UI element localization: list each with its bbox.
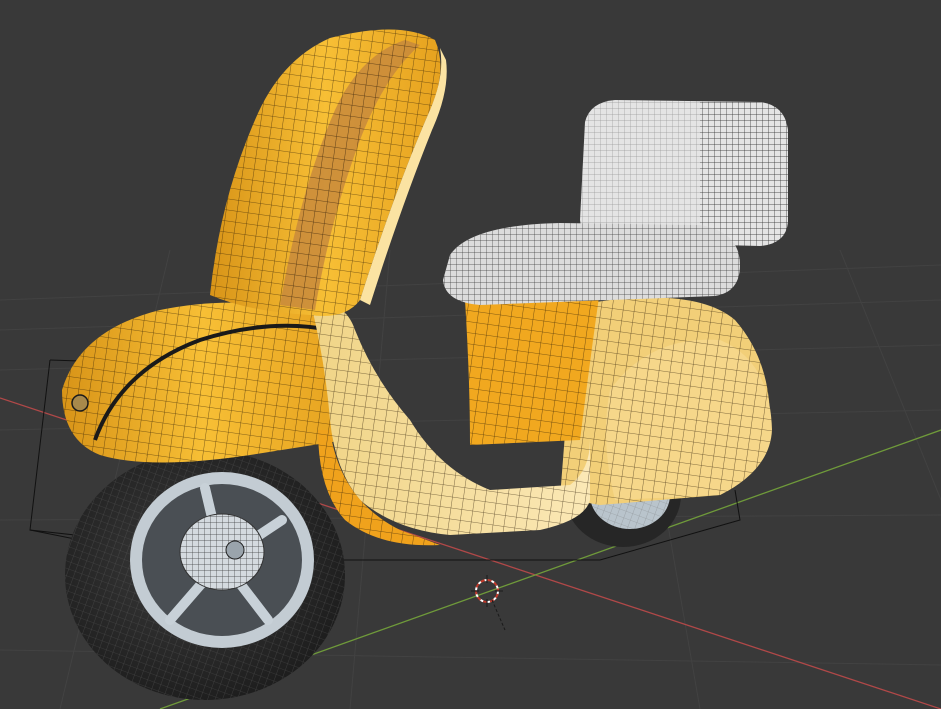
3d-viewport[interactable] [0, 0, 941, 709]
viewport-canvas[interactable] [0, 0, 941, 709]
front-wheel[interactable] [65, 450, 345, 700]
seat[interactable] [443, 223, 740, 305]
seat-base [465, 290, 600, 445]
